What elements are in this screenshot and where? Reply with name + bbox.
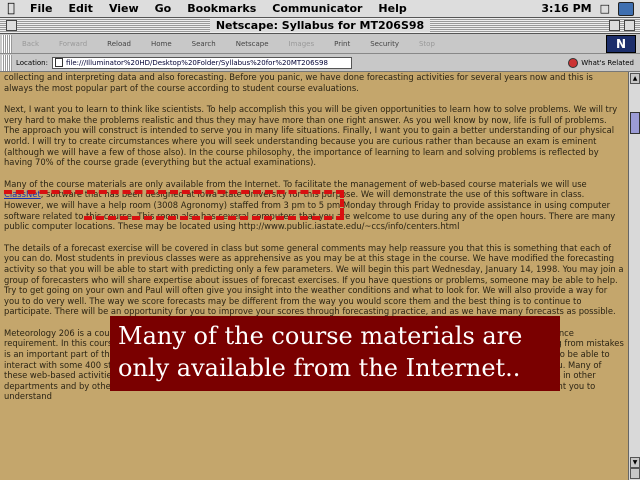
paragraph-1: collecting and interpreting data and als… [4, 72, 593, 93]
whats-related-label: What's Related [581, 58, 634, 67]
location-grip-icon[interactable] [2, 54, 12, 71]
whats-related-button[interactable]: What's Related [568, 57, 640, 68]
application-menu-icon[interactable] [618, 1, 634, 16]
menu-go[interactable]: Go [147, 2, 180, 15]
menubar-right: 3:16 PM □ [541, 1, 640, 16]
paragraph-4: The details of a forecast exercise will … [4, 242, 624, 317]
paragraph-2: Next, I want you to learn to think like … [4, 104, 618, 168]
window-title: Netscape: Syllabus for MT206S98 [209, 19, 431, 32]
menu-clock: 3:16 PM [541, 2, 592, 15]
netscape-button[interactable]: Netscape [226, 40, 279, 48]
help-balloon-icon[interactable]: □ [600, 2, 610, 15]
collapse-box-icon[interactable] [624, 20, 635, 31]
annotation-caption: Many of the course materials are only av… [110, 316, 560, 391]
forward-button[interactable]: Forward [49, 40, 97, 48]
apple-menu-icon[interactable]:  [0, 1, 22, 16]
location-label: Location: [16, 58, 48, 67]
highlight-dashes [4, 190, 344, 216]
stop-button[interactable]: Stop [409, 40, 445, 48]
highlight-dashes-bottom [84, 216, 344, 220]
scroll-down-arrow-icon[interactable]: ▼ [630, 457, 640, 468]
menu-communicator[interactable]: Communicator [264, 2, 370, 15]
search-button[interactable]: Search [182, 40, 226, 48]
back-button[interactable]: Back [12, 40, 49, 48]
home-button[interactable]: Home [141, 40, 182, 48]
page-proxy-icon[interactable] [54, 58, 63, 67]
security-button[interactable]: Security [360, 40, 409, 48]
url-field[interactable]: file:///Illuminator%20HD/Desktop%20Folde… [51, 56, 352, 69]
reload-button[interactable]: Reload [97, 40, 141, 48]
vertical-scrollbar[interactable]: ▲ ▼ [628, 72, 640, 480]
images-button[interactable]: Images [279, 40, 325, 48]
menu-bar:  File Edit View Go Bookmarks Communicat… [0, 0, 640, 18]
window-title-bar[interactable]: Netscape: Syllabus for MT206S98 [0, 18, 640, 34]
url-text: file:///Illuminator%20HD/Desktop%20Folde… [65, 58, 328, 67]
paragraph-3-start: Many of the course materials are only av… [4, 178, 587, 189]
scroll-thumb[interactable] [630, 112, 640, 134]
navigation-toolbar: Back Forward Reload Home Search Netscape… [0, 34, 640, 54]
print-button[interactable]: Print [324, 40, 360, 48]
close-box-icon[interactable] [6, 20, 17, 31]
menu-view[interactable]: View [101, 2, 147, 15]
whats-related-icon [568, 57, 579, 68]
toolbar-grip-icon[interactable] [2, 34, 12, 53]
zoom-box-icon[interactable] [609, 20, 620, 31]
menu-file[interactable]: File [22, 2, 61, 15]
scroll-up-arrow-icon[interactable]: ▲ [630, 73, 640, 84]
netscape-logo-icon[interactable]: N [606, 34, 636, 53]
menu-edit[interactable]: Edit [61, 2, 101, 15]
menu-help[interactable]: Help [370, 2, 414, 15]
menu-bookmarks[interactable]: Bookmarks [179, 2, 264, 15]
location-bar: Location: file:///Illuminator%20HD/Deskt… [0, 54, 640, 72]
page-content: collecting and interpreting data and als… [0, 72, 628, 480]
resize-grip-icon[interactable] [630, 468, 640, 479]
